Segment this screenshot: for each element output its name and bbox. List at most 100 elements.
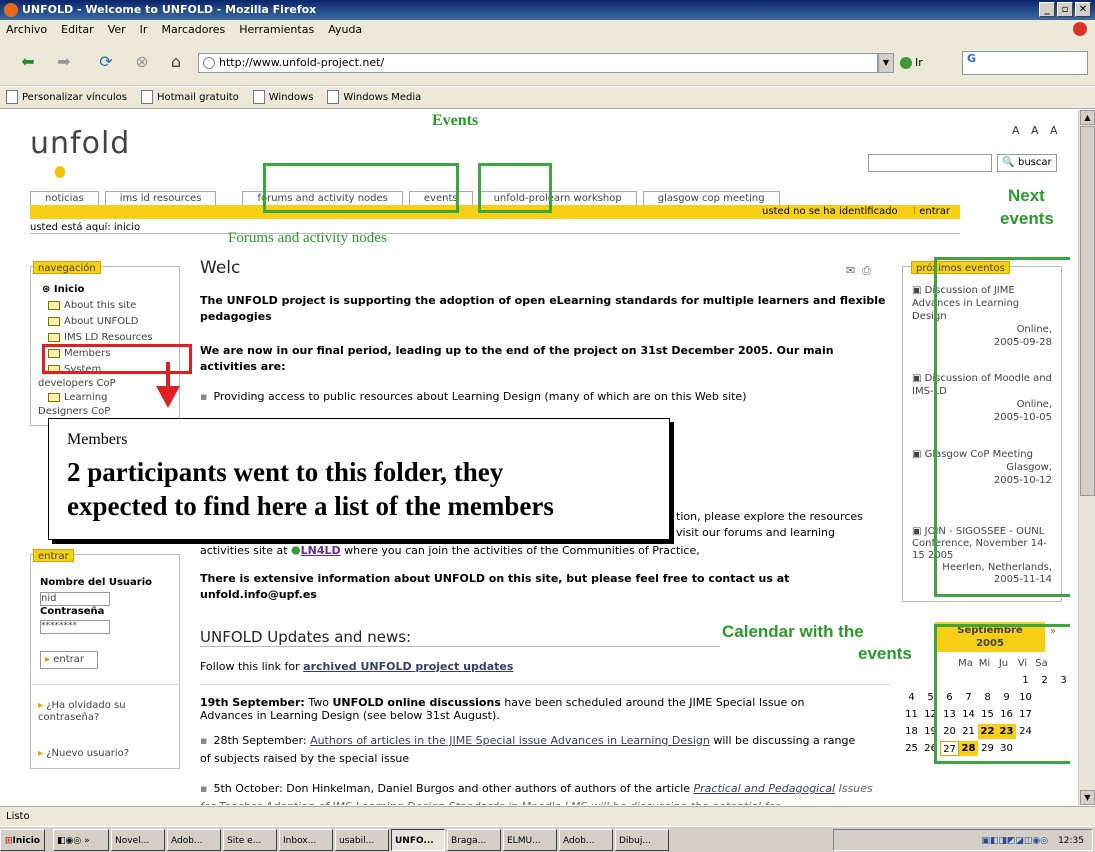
- login-title: entrar: [33, 549, 74, 562]
- annotation-callout: Members 2 participants went to this fold…: [48, 418, 670, 540]
- bookmark-windows[interactable]: Windows: [253, 87, 314, 108]
- breadcrumb: usted está aquí: inicio: [30, 222, 960, 234]
- jime-authors-link[interactable]: Authors of articles in the JIME Special …: [310, 734, 710, 747]
- reload-icon[interactable]: ⟳: [92, 48, 120, 76]
- taskbar-item[interactable]: Inbox...: [279, 828, 333, 851]
- url-dropdown-button[interactable]: ▼: [878, 53, 894, 73]
- scroll-up-icon[interactable]: ▲: [1080, 110, 1095, 125]
- updates-heading: UNFOLD Updates and news:: [200, 628, 720, 647]
- practical-link[interactable]: Practical and Pedagogical: [694, 782, 836, 795]
- archive-line: Follow this link for archived UNFOLD pro…: [200, 660, 514, 673]
- ln4ld-icon: ⬣: [291, 544, 301, 557]
- login-divider: [30, 684, 180, 685]
- google-icon: G: [967, 52, 977, 65]
- search-icon: 🔍: [1002, 157, 1015, 168]
- activities-line: activities site at ⬣LN4LD where you can …: [200, 544, 700, 557]
- nav-inicio[interactable]: ⊛ Inicio: [42, 284, 84, 295]
- forward-icon[interactable]: ➡: [50, 48, 78, 76]
- bookmark-personalizar[interactable]: Personalizar vínculos: [6, 87, 127, 108]
- site-logo[interactable]: unfold: [30, 126, 130, 161]
- stop-icon[interactable]: ⊗: [128, 48, 156, 76]
- nav-learning[interactable]: Learning: [48, 392, 107, 403]
- taskbar-item[interactable]: Novel...: [111, 828, 165, 851]
- annotation-next-events-box: [934, 257, 1070, 597]
- nav-designers[interactable]: Designers CoP: [38, 406, 110, 417]
- nav-developers[interactable]: developers CoP: [38, 378, 116, 389]
- tab-glasgow[interactable]: glasgow cop meeting: [642, 191, 780, 205]
- menu-ir[interactable]: Ir: [140, 20, 148, 40]
- scroll-down-icon[interactable]: ▼: [1080, 790, 1095, 805]
- username-input[interactable]: nid: [40, 592, 110, 606]
- login-submit-button[interactable]: ▸ entrar: [40, 651, 98, 669]
- search-box[interactable]: G: [962, 51, 1088, 75]
- annotation-calendar-box: [934, 624, 1070, 764]
- menu-archivo[interactable]: Archivo: [6, 20, 47, 40]
- taskbar-item-active[interactable]: UNFO...: [391, 828, 445, 851]
- nav-ims-ld[interactable]: IMS LD Resources: [48, 332, 153, 343]
- back-icon[interactable]: ⬅: [14, 48, 42, 76]
- page-title: Welc: [200, 258, 241, 278]
- nav-about-site[interactable]: About this site: [48, 300, 136, 311]
- nav-title: navegación: [33, 261, 101, 274]
- taskbar-item[interactable]: Adob...: [559, 828, 613, 851]
- maximize-button[interactable]: ▫: [1057, 2, 1073, 17]
- folder-icon: [48, 392, 60, 402]
- bookmark-hotmail[interactable]: Hotmail gratuito: [141, 87, 239, 108]
- taskbar-item[interactable]: Site e...: [223, 828, 277, 851]
- folder-icon: [48, 332, 60, 342]
- login-link[interactable]: entrar: [919, 206, 950, 217]
- news-item-1: 19th September: Two UNFOLD online discus…: [200, 696, 805, 722]
- page-content: unfold A A A 🔍 buscar noticias ims ld re…: [0, 110, 1070, 805]
- taskbar-item[interactable]: Adob...: [167, 828, 221, 851]
- calendar-icon: ▣: [912, 526, 925, 537]
- news-item-3: 5th October: Don Hinkelman, Daniel Burgo…: [200, 780, 880, 805]
- taskbar-item[interactable]: usabil...: [335, 828, 389, 851]
- tray-icons[interactable]: ▣◧◨◩◪◫◉◎: [981, 836, 1048, 846]
- contact-email[interactable]: unfold.info@upf.es: [200, 588, 317, 601]
- new-user-link[interactable]: ▸ ¿Nuevo usuario?: [38, 748, 129, 759]
- taskbar-item[interactable]: Braga...: [447, 828, 501, 851]
- system-tray: ▣◧◨◩◪◫◉◎ 12:35: [833, 829, 1093, 851]
- ln4ld-link[interactable]: LN4LD: [301, 544, 341, 557]
- start-button[interactable]: ⊞Inicio: [0, 828, 45, 851]
- tab-noticias[interactable]: noticias: [30, 191, 99, 205]
- menu-editar[interactable]: Editar: [61, 20, 94, 40]
- forgot-password-link[interactable]: ▸ ¿Ha olvidado su contraseña?: [38, 700, 158, 724]
- navigation-toolbar: ⬅ ➡ ⟳ ⊗ ⌂ http://www.unfold-project.net/…: [0, 40, 1095, 86]
- contact-text: There is extensive information about UNF…: [200, 572, 790, 585]
- buscar-button[interactable]: 🔍 buscar: [997, 154, 1057, 172]
- minimize-button[interactable]: _: [1039, 2, 1055, 17]
- menu-marcadores[interactable]: Marcadores: [161, 20, 225, 40]
- menu-herramientas[interactable]: Herramientas: [239, 20, 314, 40]
- logo-mark-icon: [55, 166, 65, 178]
- taskbar-item[interactable]: Dibuj...: [615, 828, 669, 851]
- close-button[interactable]: ✕: [1075, 2, 1091, 17]
- menu-ayuda[interactable]: Ayuda: [328, 20, 362, 40]
- font-size-controls[interactable]: A A A: [1012, 124, 1062, 137]
- intro-text: The UNFOLD project is supporting the ado…: [200, 294, 886, 323]
- go-icon: [900, 57, 912, 69]
- vertical-scrollbar[interactable]: ▲ ▼: [1078, 110, 1095, 805]
- archived-updates-link[interactable]: archived UNFOLD project updates: [303, 660, 513, 673]
- home-icon[interactable]: ⌂: [162, 48, 190, 76]
- print-icon[interactable]: ⎙: [862, 264, 871, 278]
- site-search-input[interactable]: [868, 154, 992, 172]
- calendar-icon: ▣: [912, 373, 925, 384]
- scroll-thumb[interactable]: [1080, 126, 1095, 496]
- annotation-calendar-label: Calendar with the: [722, 622, 864, 641]
- firefox-icon: [4, 3, 18, 17]
- quicklaunch-icons[interactable]: ◧◉◎ »: [53, 828, 109, 851]
- email-icon[interactable]: ✉: [846, 264, 855, 277]
- news-item-2: 28th September: Authors of articles in t…: [200, 732, 860, 768]
- tab-ims-ld-resources[interactable]: ims ld resources: [104, 191, 217, 205]
- password-label: Contraseña: [40, 606, 105, 617]
- nav-about-unfold[interactable]: About UNFOLD: [48, 316, 138, 327]
- menu-ver[interactable]: Ver: [108, 20, 126, 40]
- password-input[interactable]: ********: [40, 620, 110, 634]
- bookmark-windows-media[interactable]: Windows Media: [327, 87, 421, 108]
- go-button[interactable]: Ir: [900, 53, 923, 73]
- calendar-icon: ▣: [912, 449, 925, 460]
- url-bar[interactable]: http://www.unfold-project.net/: [198, 53, 878, 73]
- taskbar-item[interactable]: ELMU...: [503, 828, 557, 851]
- annotation-forums-label: Forums and activity nodes: [228, 230, 387, 246]
